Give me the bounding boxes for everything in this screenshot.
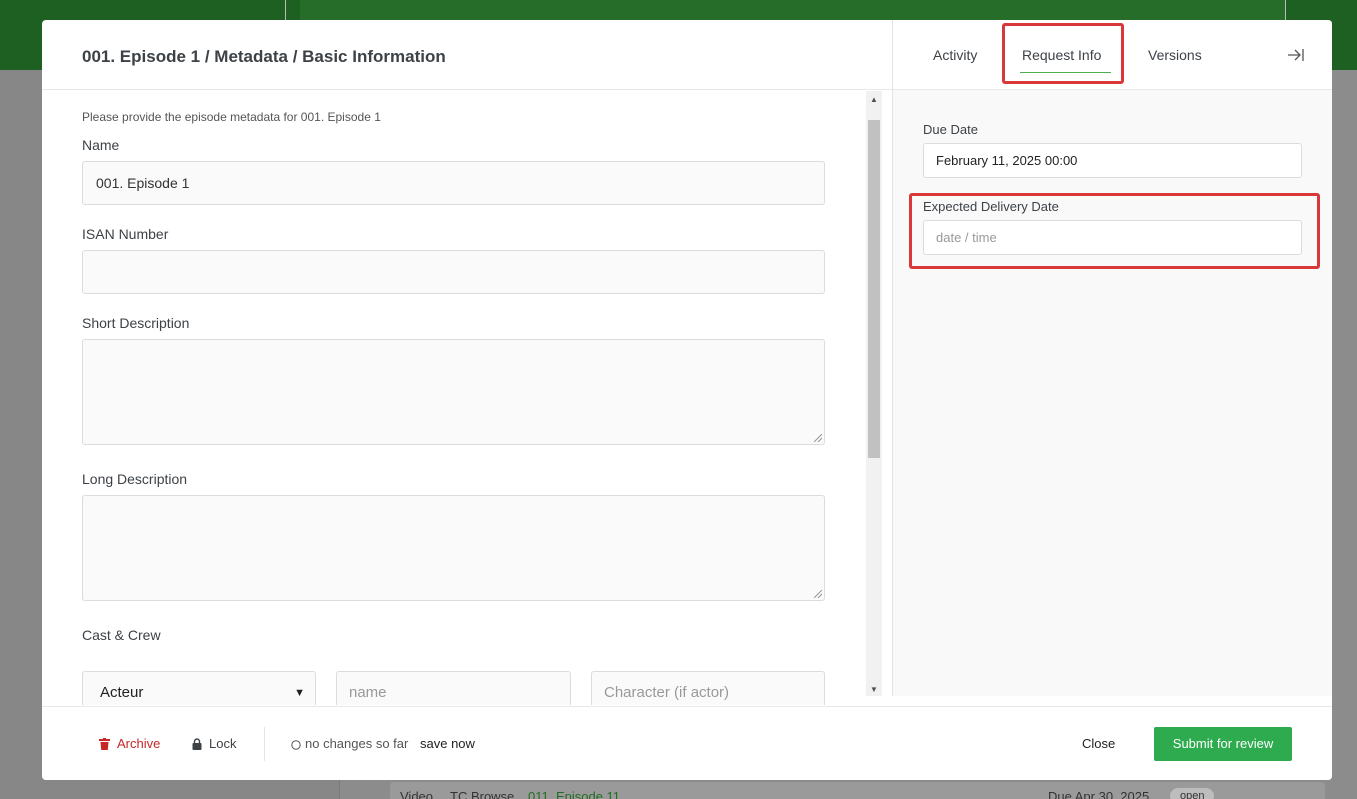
lock-button[interactable]: Lock: [192, 736, 236, 751]
resize-handle[interactable]: [814, 434, 822, 442]
background-divider: [1285, 0, 1286, 20]
chevron-down-icon: ▼: [294, 687, 305, 699]
name-label: Name: [82, 137, 120, 153]
lock-label: Lock: [209, 736, 237, 751]
background-table-row: Video TC Browse 011. Episode 11 Due Apr …: [390, 782, 1325, 799]
name-input[interactable]: 001. Episode 1: [82, 161, 825, 205]
role-select[interactable]: Acteur ▼: [82, 671, 316, 705]
save-now-link[interactable]: save now: [420, 736, 475, 751]
archive-label: Archive: [117, 736, 161, 751]
save-status: no changes so far: [291, 736, 408, 751]
metadata-modal: 001. Episode 1 / Metadata / Basic Inform…: [42, 20, 1332, 780]
background-divider: [285, 0, 286, 20]
lock-icon: [192, 738, 202, 750]
crew-name-input[interactable]: name: [336, 671, 571, 705]
scroll-up-arrow-icon[interactable]: ▲: [866, 95, 882, 104]
close-button[interactable]: Close: [1082, 736, 1115, 751]
tab-versions[interactable]: Versions: [1148, 47, 1202, 63]
isan-input[interactable]: [82, 250, 825, 294]
background-row-kind: TC Browse: [450, 789, 515, 799]
form-scrollbar[interactable]: ▲ ▼: [866, 91, 882, 696]
cast-crew-label: Cast & Crew: [82, 627, 161, 643]
collapse-right-icon[interactable]: [1286, 46, 1306, 64]
modal-footer: Archive Lock no changes so far save now …: [42, 706, 1332, 780]
resize-handle[interactable]: [814, 590, 822, 598]
highlight-box-expected-delivery: [909, 193, 1320, 269]
footer-divider: [264, 727, 265, 761]
modal-title: 001. Episode 1 / Metadata / Basic Inform…: [82, 47, 446, 66]
background-row-type: Video: [400, 789, 434, 799]
background-topbar-segment: [300, 0, 1285, 20]
archive-button[interactable]: Archive: [99, 736, 160, 751]
scrollbar-thumb[interactable]: [868, 120, 880, 458]
background-row-status: open: [1170, 788, 1215, 799]
modal-header: 001. Episode 1 / Metadata / Basic Inform…: [42, 20, 892, 90]
circle-icon: [291, 740, 301, 750]
panel-tabs: Activity Request Info Versions: [893, 20, 1332, 90]
form-intro: Please provide the episode metadata for …: [82, 110, 381, 124]
save-status-text: no changes so far: [305, 736, 409, 751]
scroll-down-arrow-icon[interactable]: ▼: [866, 685, 882, 694]
trash-icon: [99, 738, 110, 750]
short-description-textarea[interactable]: [82, 339, 825, 445]
highlight-box-tab: [1002, 23, 1124, 84]
request-info-panel: Activity Request Info Versions Due Date …: [892, 20, 1332, 696]
due-date-label: Due Date: [923, 122, 978, 137]
role-select-value: Acteur: [100, 684, 144, 701]
character-input[interactable]: Character (if actor): [591, 671, 825, 705]
isan-label: ISAN Number: [82, 226, 169, 242]
background-row-episode: 011. Episode 11: [528, 789, 621, 799]
tab-activity[interactable]: Activity: [933, 47, 977, 63]
submit-for-review-button[interactable]: Submit for review: [1154, 727, 1292, 761]
background-row-due: Due Apr 30, 2025: [1048, 789, 1150, 799]
due-date-input[interactable]: February 11, 2025 00:00: [923, 143, 1302, 178]
short-description-label: Short Description: [82, 315, 190, 331]
long-description-textarea[interactable]: [82, 495, 825, 601]
long-description-label: Long Description: [82, 471, 188, 487]
metadata-form: Please provide the episode metadata for …: [42, 91, 882, 705]
